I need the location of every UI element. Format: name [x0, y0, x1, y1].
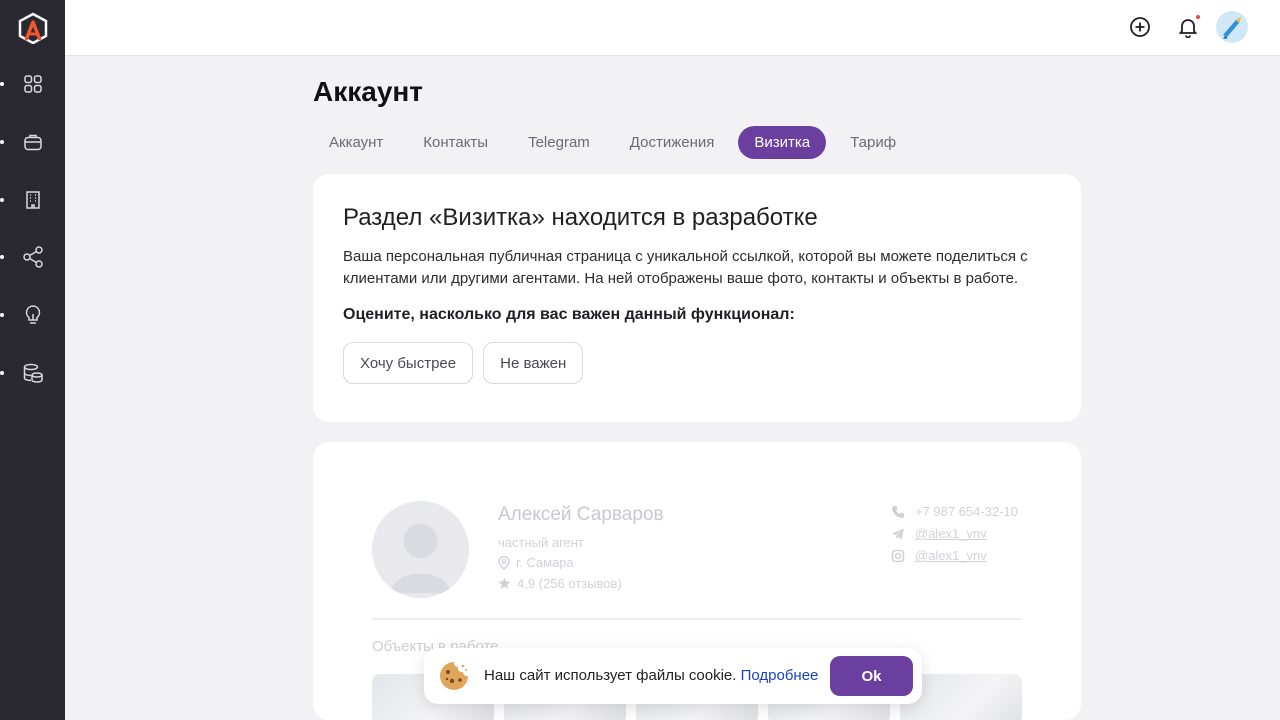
notifications-button[interactable]: [1175, 14, 1201, 40]
notice-title: Раздел «Визитка» находится в разработке: [343, 204, 818, 231]
active-marker: [0, 255, 4, 259]
tab-account[interactable]: Аккаунт: [313, 126, 399, 159]
notification-badge: [1195, 14, 1201, 20]
notice-text: Ваша персональная публичная страница с у…: [343, 248, 1028, 287]
plus-circle-icon: [1130, 17, 1150, 37]
preview-role: частный агент: [498, 535, 584, 550]
rating-choices: Хочу быстрее Не важен: [343, 342, 1051, 384]
tab-achievements[interactable]: Достижения: [614, 126, 731, 159]
telegram-icon: [892, 528, 904, 539]
page-title: Аккаунт: [313, 76, 424, 107]
preview-instagram-row: @alex1_vnv: [891, 548, 987, 563]
sidebar-item-network[interactable]: [0, 244, 46, 270]
top-header: [65, 0, 1280, 56]
preview-photo: [372, 501, 469, 598]
logo-icon[interactable]: [17, 12, 49, 45]
active-marker: [0, 313, 4, 317]
preview-telegram-row: @alex1_vnv: [891, 526, 987, 541]
not-important-button[interactable]: Не важен: [483, 342, 584, 384]
preview-phone: +7 987 654-32-10: [915, 504, 1019, 519]
want-faster-button[interactable]: Хочу быстрее: [343, 342, 474, 384]
briefcase-icon: [24, 134, 42, 151]
cookie-message: Наш сайт использует файлы cookie. Подроб…: [484, 667, 818, 684]
phone-icon: [892, 505, 904, 518]
instagram-icon: [891, 549, 905, 562]
sidebar-item-data[interactable]: [0, 360, 46, 386]
tab-tariff[interactable]: Тариф: [834, 126, 912, 159]
sidebar-item-objects[interactable]: [0, 187, 46, 213]
preview-rating: 4,9 (256 отзывов): [517, 576, 622, 591]
preview-divider: [372, 618, 1022, 620]
location-pin-icon: [498, 555, 510, 570]
sidebar-item-dashboard[interactable]: [0, 71, 46, 97]
cookie-icon: [438, 660, 470, 692]
preview-rating-row: 4,9 (256 отзывов): [498, 576, 622, 591]
apps-grid-icon: [24, 75, 42, 93]
tabs-bar: Аккаунт Контакты Telegram Достижения Виз…: [313, 126, 912, 159]
tab-business-card[interactable]: Визитка: [738, 126, 827, 159]
tab-contacts[interactable]: Контакты: [407, 126, 504, 159]
sidebar: [0, 0, 65, 720]
preview-instagram: @alex1_vnv: [915, 548, 987, 563]
preview-city: г. Самара: [516, 555, 574, 570]
building-icon: [26, 191, 40, 209]
active-marker: [0, 140, 4, 144]
preview-city-row: г. Самара: [498, 555, 574, 570]
preview-phone-row: +7 987 654-32-10: [891, 504, 1018, 519]
active-marker: [0, 371, 4, 375]
active-marker: [0, 82, 4, 86]
avatar[interactable]: [1216, 11, 1248, 43]
cookie-text: Наш сайт использует файлы cookie.: [484, 667, 737, 684]
preview-telegram: @alex1_vnv: [915, 526, 987, 541]
sidebar-item-deals[interactable]: [0, 129, 46, 155]
database-icon: [23, 363, 43, 383]
share-icon: [23, 246, 43, 268]
add-button[interactable]: [1127, 14, 1153, 40]
lightbulb-icon: [25, 305, 41, 324]
star-icon: [498, 577, 511, 589]
cookie-ok-button[interactable]: Ok: [830, 656, 913, 696]
cookie-banner: Наш сайт использует файлы cookie. Подроб…: [424, 648, 922, 704]
sidebar-item-ideas[interactable]: [0, 302, 46, 328]
active-marker: [0, 198, 4, 202]
preview-name: Алексей Сарваров: [498, 504, 664, 525]
cookie-more-link[interactable]: Подробнее: [741, 667, 819, 684]
notice-question: Оцените, насколько для вас важен данный …: [343, 306, 795, 323]
tab-telegram[interactable]: Telegram: [512, 126, 606, 159]
notice-card: Раздел «Визитка» находится в разработке …: [313, 174, 1081, 422]
